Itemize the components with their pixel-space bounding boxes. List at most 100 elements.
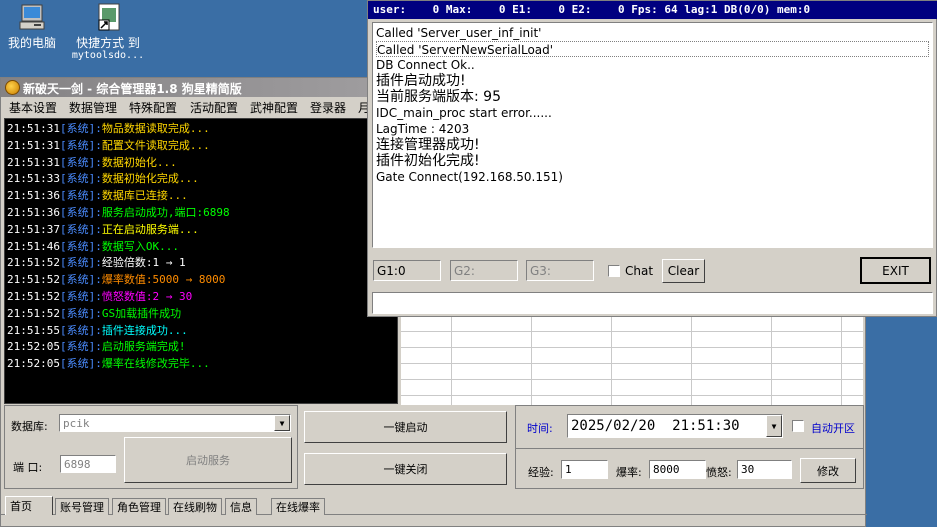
console-time: 21:51:52 xyxy=(7,256,60,270)
start-service-button[interactable]: 启动服务 xyxy=(124,437,292,483)
menu-special-config[interactable]: 特殊配置 xyxy=(129,99,177,116)
menu-activity-config[interactable]: 活动配置 xyxy=(190,99,238,116)
console-message: 插件连接成功... xyxy=(101,323,188,337)
console-tag: [系统]: xyxy=(59,357,102,371)
g2-field: G2: xyxy=(450,260,518,281)
console-tag: [系统]: xyxy=(59,155,102,169)
console-line: 21:51:33[系统]:数据初始化完成... xyxy=(7,171,395,188)
console-time: 21:51:36 xyxy=(7,205,60,219)
console-line: 21:51:37[系统]:正在启动服务端... xyxy=(7,222,395,239)
console-line: 21:51:52[系统]:爆率数值:5000 → 8000 xyxy=(7,272,395,289)
server-log-line: LagTime : 4203 xyxy=(376,122,470,136)
tab-online-items[interactable]: 在线刷物 xyxy=(168,498,222,515)
one-key-start-button[interactable]: 一键启动 xyxy=(304,411,507,443)
data-grid xyxy=(401,303,863,405)
tab-online-drop-rate[interactable]: 在线爆率 xyxy=(271,498,325,515)
console-tag: [系统]: xyxy=(59,340,102,354)
port-input[interactable]: 6898 xyxy=(60,455,116,473)
auto-open-label: 自动开区 xyxy=(811,422,855,435)
console-message: 数据初始化... xyxy=(101,155,177,169)
console-line: 21:51:52[系统]:经验倍数:1 → 1 xyxy=(7,255,395,272)
chat-checkbox[interactable] xyxy=(608,265,620,277)
server-log-line: Called 'Server_user_inf_init' xyxy=(376,26,542,40)
tab-account-management[interactable]: 账号管理 xyxy=(55,498,109,515)
menu-launcher[interactable]: 登录器 xyxy=(310,99,346,116)
exp-input[interactable]: 1 xyxy=(561,460,608,479)
console-time: 21:51:52 xyxy=(7,306,60,320)
system-console-log: 21:51:31[系统]:物品数据读取完成... 21:51:31[系统]:配置文… xyxy=(4,118,398,404)
console-tag: [系统]: xyxy=(59,273,102,287)
console-message: 数据库已连接... xyxy=(101,189,188,203)
server-log-line: 插件初始化完成! xyxy=(376,153,480,169)
console-line: 21:52:05[系统]:爆率在线修改完毕... xyxy=(7,356,395,373)
time-value: 2025/02/20 21:51:30 xyxy=(571,418,740,434)
desktop-icon-label: 我的电脑 xyxy=(7,36,56,50)
console-line: 21:51:52[系统]:GS加载插件成功 xyxy=(7,306,395,323)
server-log-line: 连接管理器成功! xyxy=(376,137,480,153)
console-tag: [系统]: xyxy=(59,122,102,135)
shortcut-icon xyxy=(92,2,124,34)
console-time: 21:51:31 xyxy=(7,155,60,169)
console-time: 21:51:33 xyxy=(7,172,60,186)
menu-data-management[interactable]: 数据管理 xyxy=(69,99,117,116)
desktop-icon-shortcut[interactable]: 快捷方式 到 mytoolsdo... xyxy=(68,2,148,62)
chevron-down-icon[interactable]: ▼ xyxy=(274,415,290,431)
server-log-line: DB Connect Ok.. xyxy=(376,58,475,72)
console-line: 21:51:36[系统]:数据库已连接... xyxy=(7,188,395,205)
console-time: 21:51:46 xyxy=(7,239,60,253)
tab-info[interactable]: 信息 xyxy=(225,498,257,515)
modify-button[interactable]: 修改 xyxy=(800,458,856,483)
chat-label: Chat xyxy=(625,264,654,278)
drop-rate-label: 爆率: xyxy=(616,466,642,479)
console-tag: [系统]: xyxy=(59,256,102,270)
console-message: 配置文件读取完成... xyxy=(101,138,210,152)
console-line: 21:51:31[系统]:数据初始化... xyxy=(7,155,395,172)
console-message: 经验倍数:1 → 1 xyxy=(101,256,186,270)
db-select[interactable]: pcik ▼ xyxy=(59,414,291,432)
time-label: 时间: xyxy=(527,422,553,435)
server-window: user: 0 Max: 0 E1: 0 E2: 0 Fps: 64 lag:1… xyxy=(367,0,937,317)
console-line: 21:51:31[系统]:物品数据读取完成... xyxy=(7,121,395,138)
console-message: GS加载插件成功 xyxy=(101,306,182,320)
console-time: 21:51:36 xyxy=(7,189,60,203)
exp-label: 经验: xyxy=(528,466,554,479)
console-time: 21:51:37 xyxy=(7,222,60,236)
console-time: 21:51:31 xyxy=(7,122,60,135)
g1-field: G1:0 xyxy=(373,260,441,281)
exit-button[interactable]: EXIT xyxy=(860,257,931,284)
console-line: 21:51:46[系统]:数据写入OK... xyxy=(7,239,395,256)
clear-button[interactable]: Clear xyxy=(662,259,705,283)
rage-input[interactable]: 30 xyxy=(737,460,792,479)
server-status-bar: user: 0 Max: 0 E1: 0 E2: 0 Fps: 64 lag:1… xyxy=(368,1,937,19)
drop-rate-input[interactable]: 8000 xyxy=(649,460,706,479)
server-log-line: Called 'ServerNewSerialLoad' xyxy=(376,41,929,57)
console-tag: [系统]: xyxy=(59,172,102,186)
port-label: 端 口: xyxy=(13,461,43,474)
computer-icon xyxy=(16,2,48,34)
console-message: 服务启动成功,端口:6898 xyxy=(101,205,230,219)
console-message: 愤怒数值:2 → 30 xyxy=(101,289,193,303)
console-tag: [系统]: xyxy=(59,289,102,303)
console-line: 21:51:52[系统]:愤怒数值:2 → 30 xyxy=(7,289,395,306)
tab-home[interactable]: 首页 xyxy=(5,496,53,515)
server-log-line: IDC_main_proc start error...... xyxy=(376,106,552,120)
one-key-close-button[interactable]: 一键关闭 xyxy=(304,453,507,485)
app-icon xyxy=(5,80,20,95)
command-input[interactable] xyxy=(372,292,933,314)
desktop-icon-label: 快捷方式 到 xyxy=(76,36,140,50)
console-time: 21:51:31 xyxy=(7,138,60,152)
console-line: 21:51:55[系统]:插件连接成功... xyxy=(7,323,395,340)
desktop-icon-my-computer[interactable]: 我的电脑 xyxy=(4,2,60,50)
menu-wushen-config[interactable]: 武神配置 xyxy=(250,99,298,116)
manager-title: 新破天一剑 - 综合管理器1.8 狗星精简版 xyxy=(23,82,242,96)
chevron-down-icon[interactable]: ▼ xyxy=(766,415,782,437)
console-line: 21:51:31[系统]:配置文件读取完成... xyxy=(7,138,395,155)
time-picker[interactable]: 2025/02/20 21:51:30 ▼ xyxy=(567,414,783,438)
console-time: 21:52:05 xyxy=(7,340,60,354)
server-log-line: 当前服务端版本: 95 xyxy=(376,89,501,105)
menu-basic-settings[interactable]: 基本设置 xyxy=(9,99,57,116)
group-divider xyxy=(516,448,863,449)
tab-role-management[interactable]: 角色管理 xyxy=(112,498,166,515)
auto-open-checkbox[interactable] xyxy=(792,420,804,432)
console-tag: [系统]: xyxy=(59,138,102,152)
